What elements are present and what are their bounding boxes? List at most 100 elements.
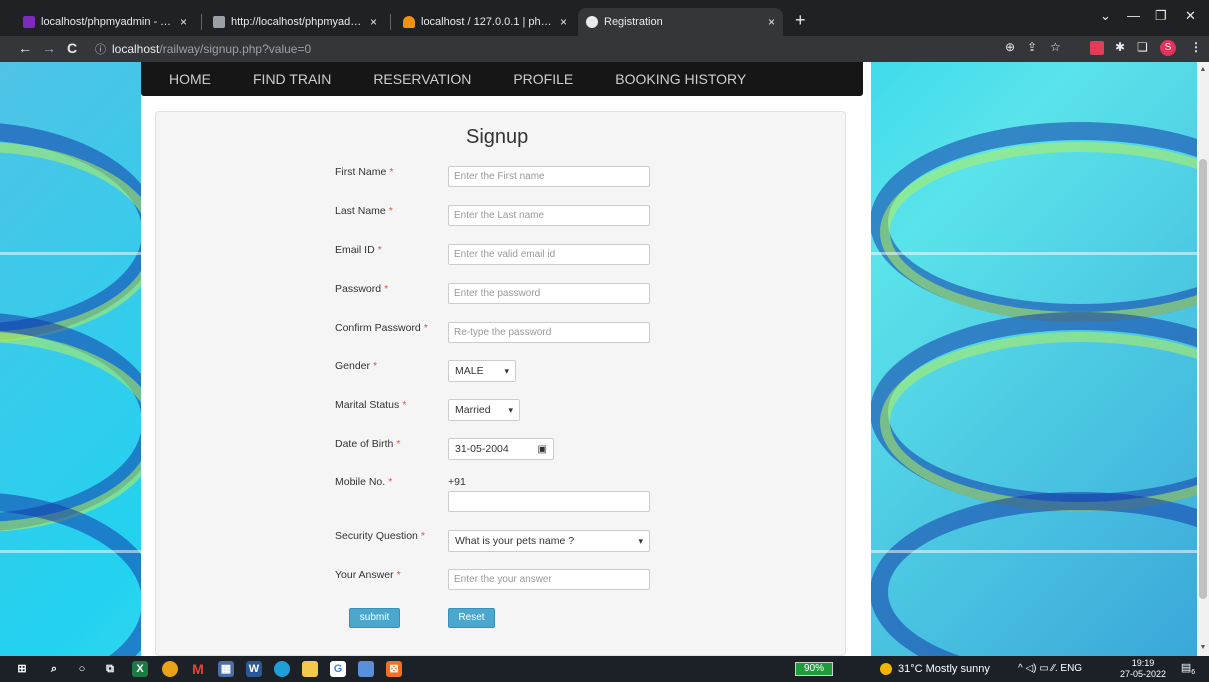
wave-decoration	[870, 492, 1209, 656]
nav-profile[interactable]: PROFILE	[513, 71, 573, 87]
browser-tab-strip: localhost/phpmyadmin - Yahoo S × http://…	[0, 0, 1209, 36]
country-code-prefix: +91	[448, 476, 466, 488]
password-input[interactable]: Enter the password	[448, 283, 650, 304]
tab-registration[interactable]: Registration ×	[578, 8, 783, 36]
submit-button[interactable]: submit	[349, 608, 400, 628]
restore-button[interactable]: ❐	[1155, 8, 1167, 24]
nav-home[interactable]: HOME	[169, 71, 211, 87]
pocket-extension-icon[interactable]	[1090, 41, 1104, 55]
close-window-button[interactable]: ✕	[1185, 8, 1196, 24]
cortana-icon[interactable]: ○	[74, 661, 90, 677]
windows-taskbar: ⊞ ⌕ ○ ⧉ X M ▦ W G ⊠ 90% 31°C Mostly sunn…	[0, 656, 1209, 682]
first-name-input[interactable]: Enter the First name	[448, 166, 650, 187]
notification-center-icon[interactable]: ▤6	[1180, 661, 1196, 677]
mobile-label: Mobile No. *	[335, 476, 393, 488]
side-panel-icon[interactable]: ❏	[1137, 40, 1148, 54]
email-input[interactable]: Enter the valid email id	[448, 244, 650, 265]
chevron-down-icon: ▾	[638, 535, 643, 546]
chrome-icon[interactable]	[162, 661, 178, 677]
google-icon[interactable]: G	[330, 661, 346, 677]
bookmark-star-icon[interactable]: ☆	[1050, 40, 1061, 54]
address-bar[interactable]: ⓘ localhost /railway/signup.php?value=0	[95, 39, 995, 59]
tab-separator	[390, 14, 391, 30]
site-info-icon[interactable]: ⓘ	[95, 41, 106, 57]
gender-select[interactable]: MALE ▾	[448, 360, 516, 382]
last-name-input[interactable]: Enter the Last name	[448, 205, 650, 226]
confirm-password-label: Confirm Password *	[335, 322, 428, 334]
word-icon[interactable]: W	[246, 661, 262, 677]
tab-title: Registration	[604, 16, 663, 28]
gender-label: Gender *	[335, 360, 378, 372]
wave-decoration	[0, 142, 160, 342]
task-view-icon[interactable]: ⧉	[102, 661, 118, 677]
tab-title: localhost / 127.0.0.1 | phpMyAdm	[421, 16, 554, 28]
confirm-password-input[interactable]: Re-type the password	[448, 322, 650, 343]
minimize-button[interactable]: —	[1127, 8, 1140, 23]
close-tab-icon[interactable]: ×	[370, 15, 377, 29]
reset-button[interactable]: Reset	[448, 608, 495, 628]
menu-kebab-icon[interactable]: ⋮	[1190, 40, 1202, 54]
scroll-thumb[interactable]	[1199, 159, 1207, 599]
nav-reservation[interactable]: RESERVATION	[373, 71, 471, 87]
page-scrollbar[interactable]: ▲ ▼	[1197, 62, 1209, 656]
chevron-down-icon: ▾	[504, 365, 509, 376]
file-explorer-icon[interactable]	[302, 661, 318, 677]
scroll-down-icon[interactable]: ▼	[1197, 644, 1209, 651]
last-name-label: Last Name *	[335, 205, 393, 217]
page-favicon-icon	[213, 16, 225, 28]
calculator-icon[interactable]: ▦	[218, 661, 234, 677]
excel-icon[interactable]: X	[132, 661, 148, 677]
dob-label: Date of Birth *	[335, 438, 401, 450]
page-viewport: HOME FIND TRAIN RESERVATION PROFILE BOOK…	[0, 62, 1209, 656]
clock[interactable]: 19:19 27-05-2022	[1120, 658, 1166, 680]
tab-phpmyadmin-url[interactable]: http://localhost/phpmyadmin ×	[205, 8, 385, 36]
edge-icon[interactable]	[274, 661, 290, 677]
system-tray-icons[interactable]: ^ ◁) ▭ ⁄⁄. ENG	[1018, 663, 1082, 674]
tab-search-icon[interactable]: ⌄	[1100, 8, 1111, 24]
main-navbar: HOME FIND TRAIN RESERVATION PROFILE BOOK…	[141, 62, 863, 96]
weather-text[interactable]: 31°C Mostly sunny	[898, 663, 990, 675]
tab-yahoo[interactable]: localhost/phpmyadmin - Yahoo S ×	[15, 8, 195, 36]
mobile-input[interactable]	[448, 491, 650, 512]
password-label: Password *	[335, 283, 389, 295]
security-question-select[interactable]: What is your pets name ? ▾	[448, 530, 650, 552]
tab-title: http://localhost/phpmyadmin	[231, 16, 364, 28]
marital-status-select[interactable]: Married ▾	[448, 399, 520, 421]
battery-indicator[interactable]: 90%	[795, 662, 833, 676]
xampp-icon[interactable]: ⊠	[386, 661, 402, 677]
close-tab-icon[interactable]: ×	[560, 15, 567, 29]
weather-sun-icon[interactable]	[880, 663, 892, 675]
search-icon[interactable]: ⌕	[46, 661, 62, 677]
nav-find-train[interactable]: FIND TRAIN	[253, 71, 331, 87]
yahoo-favicon-icon	[23, 16, 35, 28]
forward-arrow-icon[interactable]: →	[42, 40, 56, 56]
nav-booking-history[interactable]: BOOKING HISTORY	[615, 71, 746, 87]
close-tab-icon[interactable]: ×	[180, 15, 187, 29]
back-arrow-icon[interactable]: ←	[18, 40, 32, 56]
dob-date-input[interactable]: 31-05-2004 ▣	[448, 438, 554, 460]
answer-label: Your Answer *	[335, 569, 401, 581]
email-label: Email ID *	[335, 244, 382, 256]
phpmyadmin-favicon-icon	[403, 16, 415, 28]
browser-toolbar: ← → C ⓘ localhost /railway/signup.php?va…	[0, 36, 1209, 62]
tab-title: localhost/phpmyadmin - Yahoo S	[41, 16, 174, 28]
new-tab-button[interactable]: +	[795, 10, 806, 31]
paint-icon[interactable]	[358, 661, 374, 677]
gmail-icon[interactable]: M	[190, 661, 206, 677]
close-tab-icon[interactable]: ×	[768, 15, 775, 29]
extensions-puzzle-icon[interactable]: ✱	[1115, 40, 1125, 54]
security-question-label: Security Question *	[335, 530, 425, 542]
gender-value: MALE	[455, 365, 484, 377]
wave-decoration	[0, 492, 160, 656]
share-icon[interactable]: ⇪	[1027, 40, 1037, 54]
chevron-down-icon: ▾	[508, 404, 513, 415]
scroll-up-icon[interactable]: ▲	[1197, 66, 1209, 73]
tab-phpmyadmin[interactable]: localhost / 127.0.0.1 | phpMyAdm ×	[395, 8, 575, 36]
profile-avatar[interactable]: S	[1160, 40, 1176, 56]
answer-input[interactable]: Enter the your answer	[448, 569, 650, 590]
calendar-icon[interactable]: ▣	[538, 444, 547, 455]
windows-start-icon[interactable]: ⊞	[14, 661, 30, 677]
reload-icon[interactable]: C	[67, 40, 77, 56]
first-name-label: First Name *	[335, 166, 394, 178]
zoom-icon[interactable]: ⊕	[1005, 40, 1015, 54]
